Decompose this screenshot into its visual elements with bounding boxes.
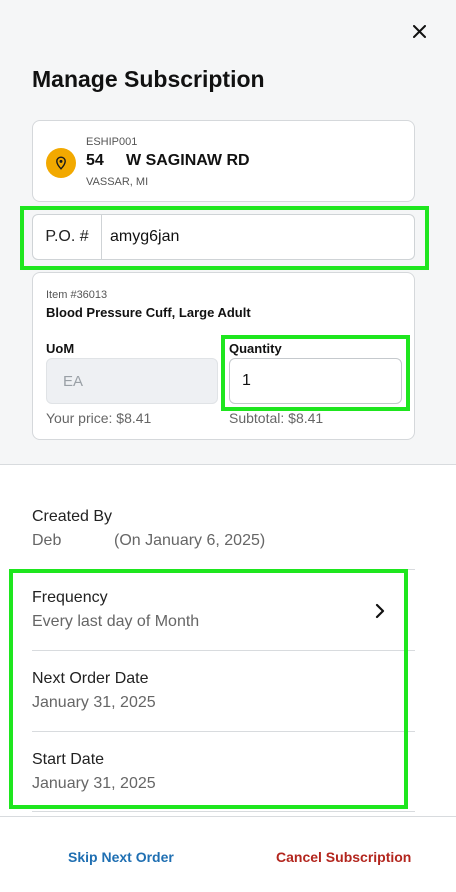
item-number: Item #36013 [46, 289, 108, 301]
address-card: ESHIP001 54 W SAGINAW RD VASSAR, MI [32, 120, 415, 202]
created-by-name: Deb [32, 532, 62, 549]
next-order-date-row: Next Order Date January 31, 2025 [32, 650, 415, 731]
item-name: Blood Pressure Cuff, Large Adult [46, 305, 251, 320]
chevron-right-icon [375, 603, 385, 619]
item-card: Item #36013 Blood Pressure Cuff, Large A… [32, 272, 415, 440]
close-button[interactable] [406, 18, 432, 44]
quantity-input[interactable] [229, 358, 402, 404]
subtotal: Subtotal: $8.41 [229, 410, 324, 426]
next-order-date-value: January 31, 2025 [32, 694, 156, 711]
uom-label: UoM [46, 341, 75, 356]
start-date-row: Start Date January 31, 2025 [32, 731, 415, 812]
frequency-label: Frequency [32, 589, 108, 606]
footer-actions: Skip Next Order Cancel Subscription [0, 816, 456, 892]
your-price: Your price: $8.41 [46, 410, 152, 426]
subscription-header-section: Manage Subscription ESHIP001 54 W SAGINA… [0, 0, 456, 465]
cancel-subscription-button[interactable]: Cancel Subscription [276, 849, 411, 865]
created-by-label: Created By [32, 508, 113, 525]
po-number-input[interactable] [102, 215, 414, 259]
quantity-label: Quantity [229, 341, 282, 356]
frequency-row[interactable]: Frequency Every last day of Month [32, 569, 415, 650]
ship-to-code: ESHIP001 [86, 136, 138, 148]
uom-field: EA [46, 358, 218, 404]
next-order-date-label: Next Order Date [32, 670, 149, 687]
created-on-date: (On January 6, 2025) [114, 532, 266, 549]
location-pin-icon [46, 148, 76, 178]
po-number-label: P.O. # [33, 215, 102, 259]
po-number-field: P.O. # [32, 214, 415, 260]
page-title: Manage Subscription [32, 66, 265, 92]
frequency-value: Every last day of Month [32, 613, 200, 630]
skip-next-order-button[interactable]: Skip Next Order [68, 849, 174, 865]
close-icon [412, 24, 426, 38]
start-date-label: Start Date [32, 751, 105, 768]
start-date-value: January 31, 2025 [32, 775, 156, 792]
city-state: VASSAR, MI [86, 176, 149, 188]
street-address: 54 W SAGINAW RD [86, 152, 250, 169]
